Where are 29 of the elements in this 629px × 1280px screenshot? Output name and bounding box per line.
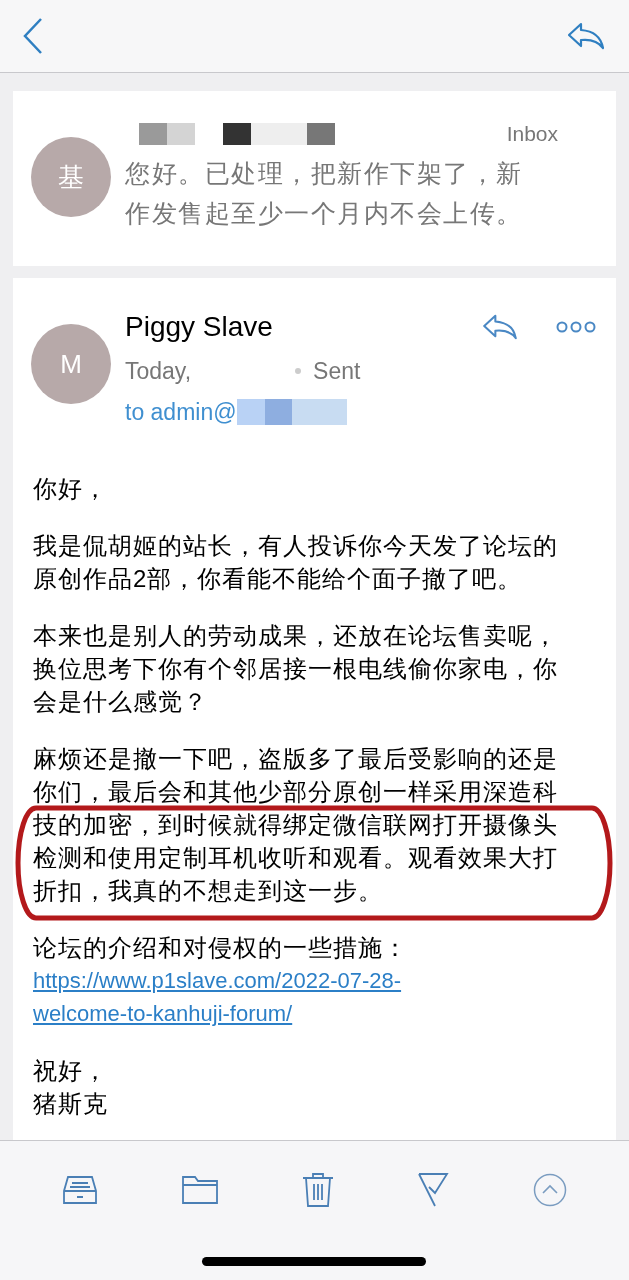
folder-label: Inbox	[506, 121, 558, 148]
reply-icon	[482, 314, 518, 340]
body-text: 我是侃胡姬的站长，有人投诉你今天发了论坛的原创作品2部，你看能不能给个面子撤了吧。	[33, 531, 559, 594]
recipient-link[interactable]: to admin@	[125, 394, 237, 429]
reply-button[interactable]	[482, 314, 518, 340]
reply-icon	[567, 22, 605, 50]
folder-label: Sent	[313, 357, 361, 386]
body-text: 麻烦还是撤一下吧，盗版多了最后受影响的还是你们，最后会和其他少部分原创一样采用深造科技的加密，到时候就得绑定微信联网打开摄像头检测和使用定制耳机收听和观看。观看效果大打折扣，我真的不想走到这一步。	[33, 744, 559, 906]
body-text: 论坛的介绍和对侵权的一些措施：	[33, 933, 409, 963]
body-text: 你好，	[33, 474, 109, 504]
trash-icon[interactable]	[301, 1173, 334, 1207]
body-text: 猪斯克	[33, 1089, 109, 1119]
sender-name: Piggy Slave	[125, 310, 273, 344]
more-button[interactable]	[556, 321, 596, 333]
flag-icon[interactable]	[417, 1173, 450, 1207]
more-icon	[556, 321, 596, 333]
previous-message-card[interactable]: 基 Inbox 您好。已处理，把新作下架了，新作发售起至少一个月内不会上传。	[13, 91, 616, 266]
scroll-up-icon[interactable]	[533, 1173, 567, 1207]
forum-link[interactable]: https://www.p1slave.com/2022-07-28-welcome-to-kanhuji-forum/	[33, 964, 493, 1030]
body-text: 本来也是别人的劳动成果，还放在论坛售卖呢，换位思考下你有个邻居接一根电线偷你家电，你会是什么感觉？	[33, 621, 559, 717]
redaction-block	[139, 123, 195, 145]
message-preview: 您好。已处理，把新作下架了，新作发售起至少一个月内不会上传。	[125, 158, 524, 229]
avatar: M	[31, 324, 111, 404]
date-label: Today,	[125, 357, 192, 386]
avatar: 基	[31, 137, 111, 217]
folder-icon[interactable]	[181, 1175, 218, 1205]
archive-icon[interactable]	[62, 1175, 98, 1205]
back-icon	[22, 17, 44, 55]
body-text: 祝好，	[33, 1056, 109, 1086]
